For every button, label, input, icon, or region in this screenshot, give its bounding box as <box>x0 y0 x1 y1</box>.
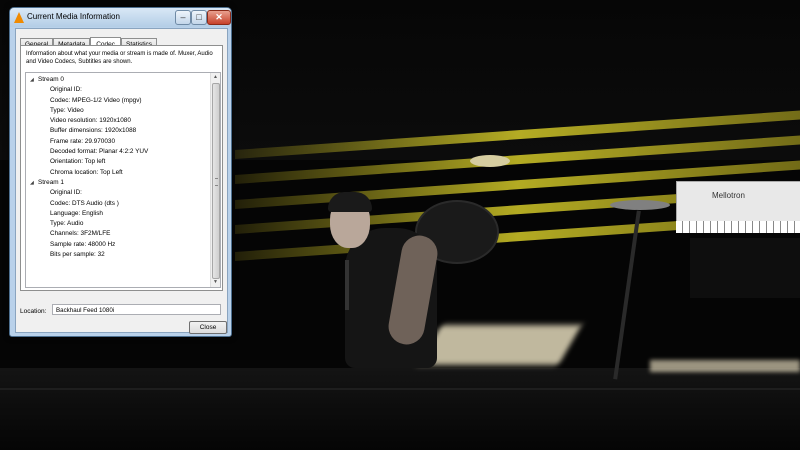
stream-property: Type: Video <box>50 106 84 114</box>
keyboard-stand <box>690 238 800 298</box>
stage-edge <box>0 388 800 390</box>
location-field[interactable]: Backhaul Feed 1080i <box>52 304 221 315</box>
stream-node[interactable]: ◢ Stream 0 <box>28 75 210 85</box>
stream-property: Orientation: Top left <box>50 158 106 166</box>
minimize-button[interactable]: ‒ <box>175 10 191 25</box>
stream-property: Frame rate: 29.970030 <box>50 137 116 145</box>
stream-property: Decoded format: Planar 4:2:2 YUV <box>50 148 149 156</box>
stream-property: Bits per sample: 32 <box>50 251 105 259</box>
cymbal <box>610 200 670 210</box>
dialog-client: GeneralMetadataCodecStatistics Informati… <box>15 28 228 334</box>
vertical-scrollbar[interactable]: ▲ ▼ <box>210 73 220 287</box>
collapse-triangle-icon[interactable]: ◢ <box>30 178 34 188</box>
maximize-button[interactable]: □ <box>191 10 207 25</box>
stream-node[interactable]: ◢ Stream 1 <box>28 178 210 188</box>
stream-property: Video resolution: 1920x1080 <box>50 117 131 125</box>
codec-description: Information about what your media or str… <box>26 51 213 65</box>
stream-property: Codec: DTS Audio (dts ) <box>50 199 119 207</box>
stream-label: Stream 1 <box>38 178 64 186</box>
collapse-triangle-icon[interactable]: ◢ <box>30 75 34 85</box>
title-bar[interactable]: Current Media Information ‒ □ ✕ <box>10 8 231 27</box>
stream-property: Original ID: <box>50 189 82 197</box>
window-title: Current Media Information <box>27 12 120 21</box>
scroll-down-icon[interactable]: ▼ <box>211 278 220 287</box>
stream-tree[interactable]: ◢ Stream 0 Original ID: Codec: MPEG-1/2 Vid… <box>25 72 221 288</box>
stage-floor <box>0 368 800 450</box>
spotlight <box>650 360 800 372</box>
media-info-dialog: Current Media Information ‒ □ ✕ GeneralM… <box>9 7 232 337</box>
grip-icon <box>215 178 218 186</box>
stream-property: Chroma location: Top Left <box>50 168 123 176</box>
vlc-cone-icon <box>14 12 24 23</box>
stream-property: Sample rate: 48000 Hz <box>50 240 116 248</box>
scroll-up-icon[interactable]: ▲ <box>211 73 220 82</box>
keyboard-brand: Mellotron <box>712 191 745 200</box>
tab-bar: GeneralMetadataCodecStatistics <box>20 32 158 51</box>
spotlight <box>418 325 582 365</box>
close-button[interactable]: Close <box>189 321 227 334</box>
cymbal-stand <box>613 210 641 380</box>
stream-property: Channels: 3F2M/LFE <box>50 230 111 238</box>
stream-property: Language: English <box>50 209 103 217</box>
microphone <box>345 260 349 310</box>
stream-list: ◢ Stream 0 Original ID: Codec: MPEG-1/2 Vid… <box>28 75 210 260</box>
stream-property: Type: Audio <box>50 220 84 228</box>
performer-cap <box>328 192 372 212</box>
stream-label: Stream 0 <box>38 76 64 83</box>
stream-property: Original ID: <box>50 86 82 94</box>
scroll-thumb[interactable] <box>212 83 220 279</box>
keyboard-keys <box>676 221 800 233</box>
stream-property: Codec: MPEG-1/2 Video (mpgv) <box>50 96 142 104</box>
codec-panel: Information about what your media or str… <box>20 45 223 291</box>
location-label: Location: <box>20 308 47 315</box>
stream-property: Buffer dimensions: 1920x1088 <box>50 127 137 135</box>
keyboard-instrument <box>676 181 800 223</box>
cymbal <box>470 155 510 167</box>
close-window-button[interactable]: ✕ <box>207 10 231 25</box>
